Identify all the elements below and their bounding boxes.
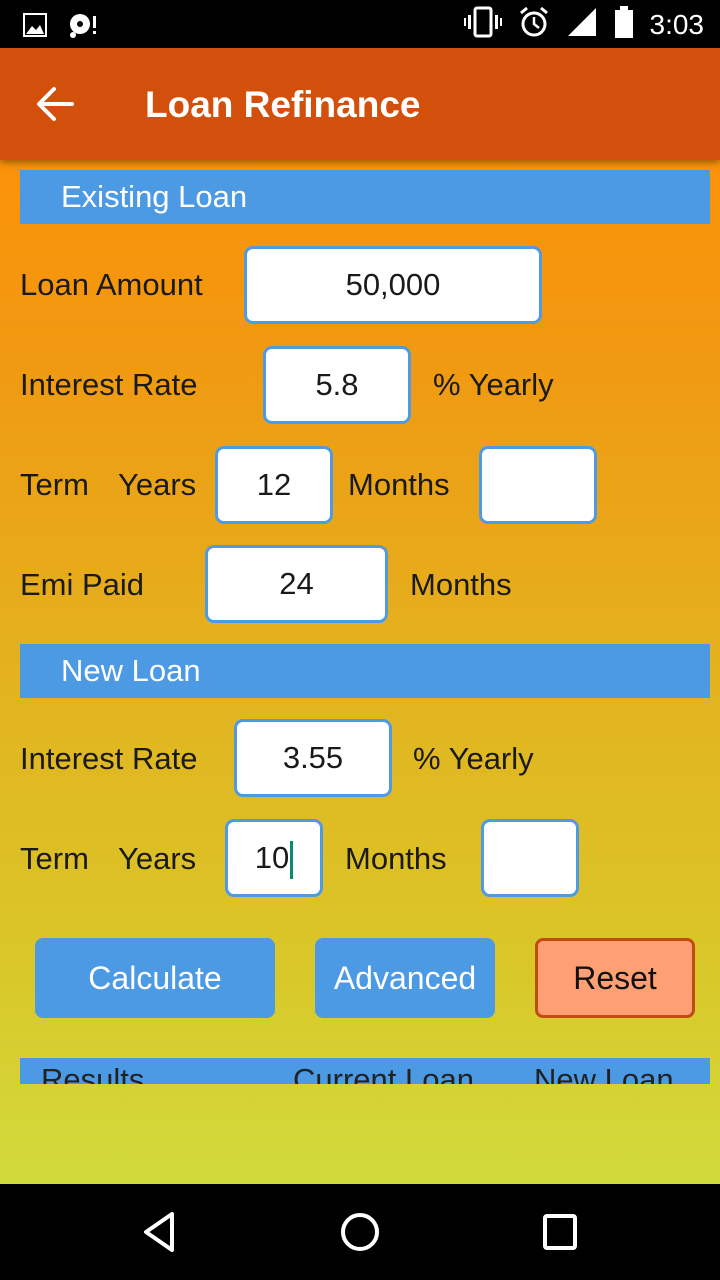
new-years-value: 10 — [254, 840, 290, 875]
current-loan-column-label: Current Loan — [293, 1062, 474, 1084]
nav-bar — [0, 1184, 720, 1280]
nav-home-button[interactable] — [334, 1206, 386, 1258]
new-months-label: Months — [345, 841, 447, 876]
new-loan-header: New Loan — [20, 644, 710, 698]
existing-loan-header: Existing Loan — [20, 170, 710, 224]
calculate-button[interactable]: Calculate — [35, 938, 275, 1018]
app-bar: Loan Refinance — [0, 48, 720, 160]
new-interest-rate-label: Interest Rate — [20, 741, 198, 776]
image-icon — [22, 12, 48, 43]
emi-paid-label: Emi Paid — [20, 567, 145, 602]
vibrate-icon — [463, 6, 502, 43]
reset-button[interactable]: Reset — [535, 938, 695, 1018]
home-icon — [341, 1213, 379, 1251]
arrow-left-icon — [37, 87, 74, 121]
recents-icon — [543, 1214, 577, 1250]
loan-amount-input[interactable]: 50,000 — [244, 246, 542, 324]
results-header: Results Current Loan New Loan — [20, 1058, 710, 1084]
existing-interest-rate-input[interactable]: 5.8 — [263, 346, 411, 424]
new-years-label: Years — [118, 841, 197, 876]
new-interest-rate-suffix: % Yearly — [413, 741, 534, 776]
content-scroll-area[interactable]: Existing Loan Loan Amount 50,000 Interes… — [0, 160, 720, 1184]
battery-icon — [614, 6, 634, 43]
existing-years-label: Years — [118, 467, 197, 502]
page-title: Loan Refinance — [145, 84, 421, 125]
sync-alert-icon — [68, 10, 98, 45]
signal-icon — [566, 6, 598, 43]
new-interest-rate-input[interactable]: 3.55 — [234, 719, 392, 797]
existing-interest-rate-suffix: % Yearly — [433, 367, 554, 402]
new-years-input[interactable]: 10 — [225, 819, 323, 897]
clock: 3:03 — [649, 8, 705, 40]
existing-months-label: Months — [348, 467, 450, 502]
existing-months-input[interactable] — [479, 446, 597, 524]
alarm-icon — [518, 6, 550, 43]
existing-term-label: Term — [20, 467, 89, 502]
nav-back-button[interactable] — [134, 1206, 186, 1258]
loan-amount-label: Loan Amount — [20, 267, 203, 302]
advanced-button[interactable]: Advanced — [315, 938, 495, 1018]
emi-paid-suffix: Months — [410, 567, 512, 602]
status-bar: 3:03 — [0, 0, 720, 48]
back-icon — [144, 1212, 174, 1252]
text-cursor — [290, 840, 294, 879]
results-column-label: Results — [41, 1062, 145, 1084]
existing-years-input[interactable]: 12 — [215, 446, 333, 524]
emi-paid-input[interactable]: 24 — [205, 545, 388, 623]
nav-recents-button[interactable] — [534, 1206, 586, 1258]
existing-interest-rate-label: Interest Rate — [20, 367, 198, 402]
new-loan-column-label: New Loan — [534, 1062, 674, 1084]
new-term-label: Term — [20, 841, 89, 876]
back-button[interactable] — [34, 84, 78, 124]
new-months-input[interactable] — [481, 819, 579, 897]
